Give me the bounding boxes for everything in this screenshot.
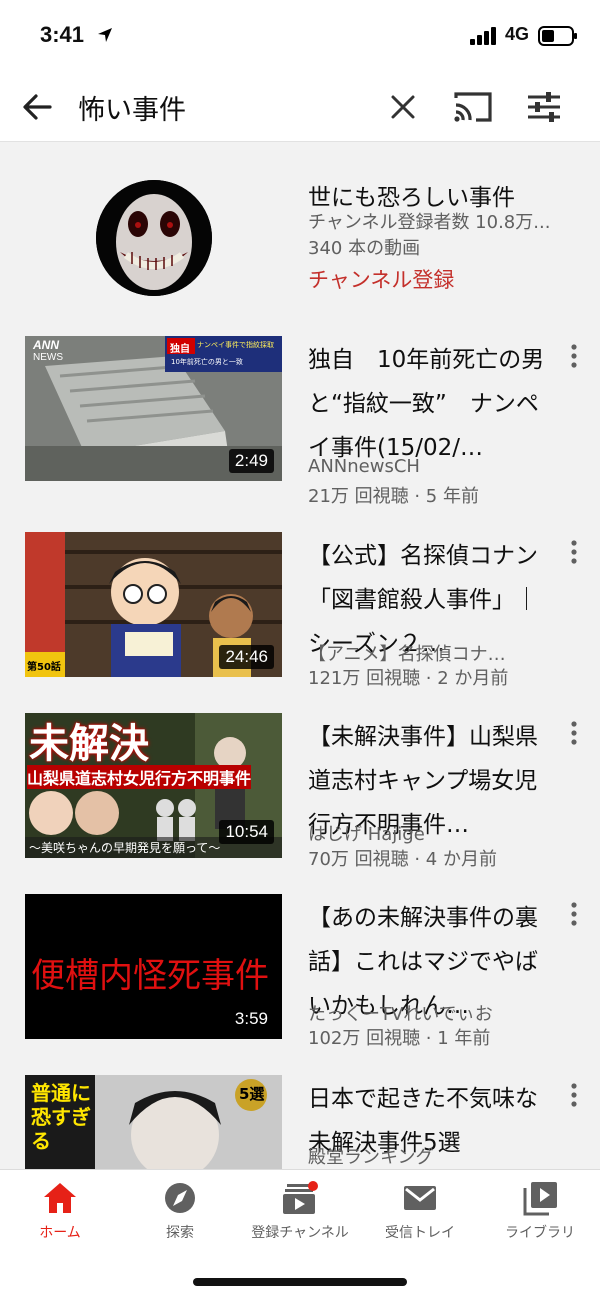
channel-result[interactable]: 世にも恐ろしい事件 チャンネル登録者数 10.8万... 340 本の動画 チャ…	[0, 142, 600, 322]
tab-label: ライブラリ	[505, 1225, 575, 1241]
tab-label: 登録チャンネル	[251, 1225, 349, 1241]
channel-subscriber-count: チャンネル登録者数 10.8万...	[308, 212, 551, 233]
video-meta: 102万 回視聴 · 1 年前	[308, 1028, 491, 1049]
video-result[interactable]: 第50話 24:46 【公式】名探偵コナン「図書館殺人事件」｜ シーズン２… 【…	[0, 532, 600, 712]
tab-label: ホーム	[39, 1225, 81, 1241]
thumb-subheadline: 山梨県道志村女児行方不明事件	[27, 765, 252, 789]
more-options-icon[interactable]	[566, 342, 582, 370]
video-thumbnail[interactable]: ANN NEWS 独自 ナンペイ事件で指紋採取 10年前死亡の男と一致 2:49	[25, 336, 282, 481]
library-icon	[523, 1182, 557, 1216]
tab-subscriptions[interactable]: 登録チャンネル	[240, 1180, 360, 1250]
video-thumbnail[interactable]: 便槽内怪死事件 3:59	[25, 894, 282, 1039]
video-result[interactable]: 便槽内怪死事件 3:59 【あの未解決事件の裏話】これはマジでやばいかもしれん……	[0, 894, 600, 1074]
tab-home[interactable]: ホーム	[0, 1180, 120, 1250]
creepy-face-image	[96, 180, 212, 296]
video-channel[interactable]: ANNnewsCH	[308, 456, 556, 477]
video-title[interactable]: 独自 10年前死亡の男と“指紋一致” ナンペイ事件(15/02/…	[308, 338, 556, 470]
more-options-icon[interactable]	[566, 1081, 582, 1109]
search-query[interactable]: 怖い事件	[78, 88, 186, 127]
video-thumbnail[interactable]: 第50話 24:46	[25, 532, 282, 677]
search-header: 怖い事件	[0, 72, 600, 142]
video-channel[interactable]: 【アニメ】名探偵コナ…	[308, 640, 556, 666]
video-duration: 24:46	[219, 645, 274, 669]
video-channel[interactable]: 殿堂ランキング	[308, 1143, 556, 1169]
cellular-signal-icon	[470, 27, 496, 45]
status-time: 3:41	[40, 22, 85, 47]
subscribe-button[interactable]: チャンネル登録	[308, 264, 454, 294]
tab-inbox[interactable]: 受信トレイ	[360, 1180, 480, 1250]
video-result[interactable]: ANN NEWS 独自 ナンペイ事件で指紋採取 10年前死亡の男と一致 2:49…	[0, 336, 600, 516]
video-meta: 21万 回視聴 · 5 年前	[308, 486, 479, 507]
video-channel[interactable]: たっくーTVれいでぃお	[308, 1000, 556, 1026]
tab-explore[interactable]: 探索	[120, 1180, 240, 1250]
video-thumbnail[interactable]: 未解決 山梨県道志村女児行方不明事件 〜美咲ちゃんの早期発見を願って〜 10:5…	[25, 713, 282, 858]
clear-icon[interactable]	[386, 90, 420, 124]
ranking-badge: 5選	[239, 1085, 265, 1103]
episode-label: 第50話	[27, 662, 61, 673]
explore-icon	[165, 1183, 195, 1213]
video-duration: 2:49	[228, 449, 274, 473]
filter-icon[interactable]	[525, 89, 563, 125]
battery-icon	[538, 26, 577, 46]
thumb-headline: 便槽内怪死事件	[31, 956, 269, 996]
home-indicator[interactable]	[193, 1278, 407, 1286]
more-options-icon[interactable]	[566, 538, 582, 566]
tab-label: 受信トレイ	[385, 1225, 455, 1241]
thumb-headline: 普通に恐すぎる	[31, 1081, 91, 1153]
news-logo: ANN	[33, 338, 59, 352]
tab-label: 探索	[166, 1225, 194, 1241]
video-result[interactable]: 未解決 山梨県道志村女児行方不明事件 〜美咲ちゃんの早期発見を願って〜 10:5…	[0, 713, 600, 893]
more-options-icon[interactable]	[566, 900, 582, 928]
channel-avatar[interactable]	[96, 180, 212, 296]
channel-name[interactable]: 世にも恐ろしい事件	[308, 178, 515, 212]
cast-icon[interactable]	[452, 88, 494, 126]
video-channel[interactable]: はじげ Hajige	[308, 820, 556, 846]
video-duration: 3:59	[228, 1007, 274, 1031]
channel-video-count: 340 本の動画	[308, 238, 421, 259]
more-options-icon[interactable]	[566, 719, 582, 747]
tab-library[interactable]: ライブラリ	[480, 1180, 600, 1250]
exclusive-badge: 独自	[170, 344, 190, 355]
location-arrow-icon	[98, 28, 112, 42]
news-caption-2: 10年前死亡の男と一致	[171, 358, 243, 366]
video-duration: 10:54	[219, 820, 274, 844]
back-arrow-icon[interactable]	[20, 90, 56, 124]
network-type: 4G	[505, 24, 530, 44]
home-icon	[44, 1183, 76, 1213]
video-meta: 70万 回視聴 · 4 か月前	[308, 849, 497, 870]
thumb-bottom-text: 〜美咲ちゃんの早期発見を願って〜	[29, 841, 221, 855]
video-meta: 121万 回視聴 · 2 か月前	[308, 668, 509, 689]
thumb-headline: 未解決	[29, 721, 149, 767]
inbox-icon	[404, 1186, 436, 1210]
subscriptions-icon	[283, 1181, 318, 1214]
news-caption-1: ナンペイ事件で指紋採取	[197, 341, 274, 349]
news-label: NEWS	[33, 352, 63, 363]
video-thumbnail[interactable]: 5選 普通に恐すぎる	[25, 1075, 282, 1169]
status-bar: 3:41 4G	[0, 0, 600, 72]
